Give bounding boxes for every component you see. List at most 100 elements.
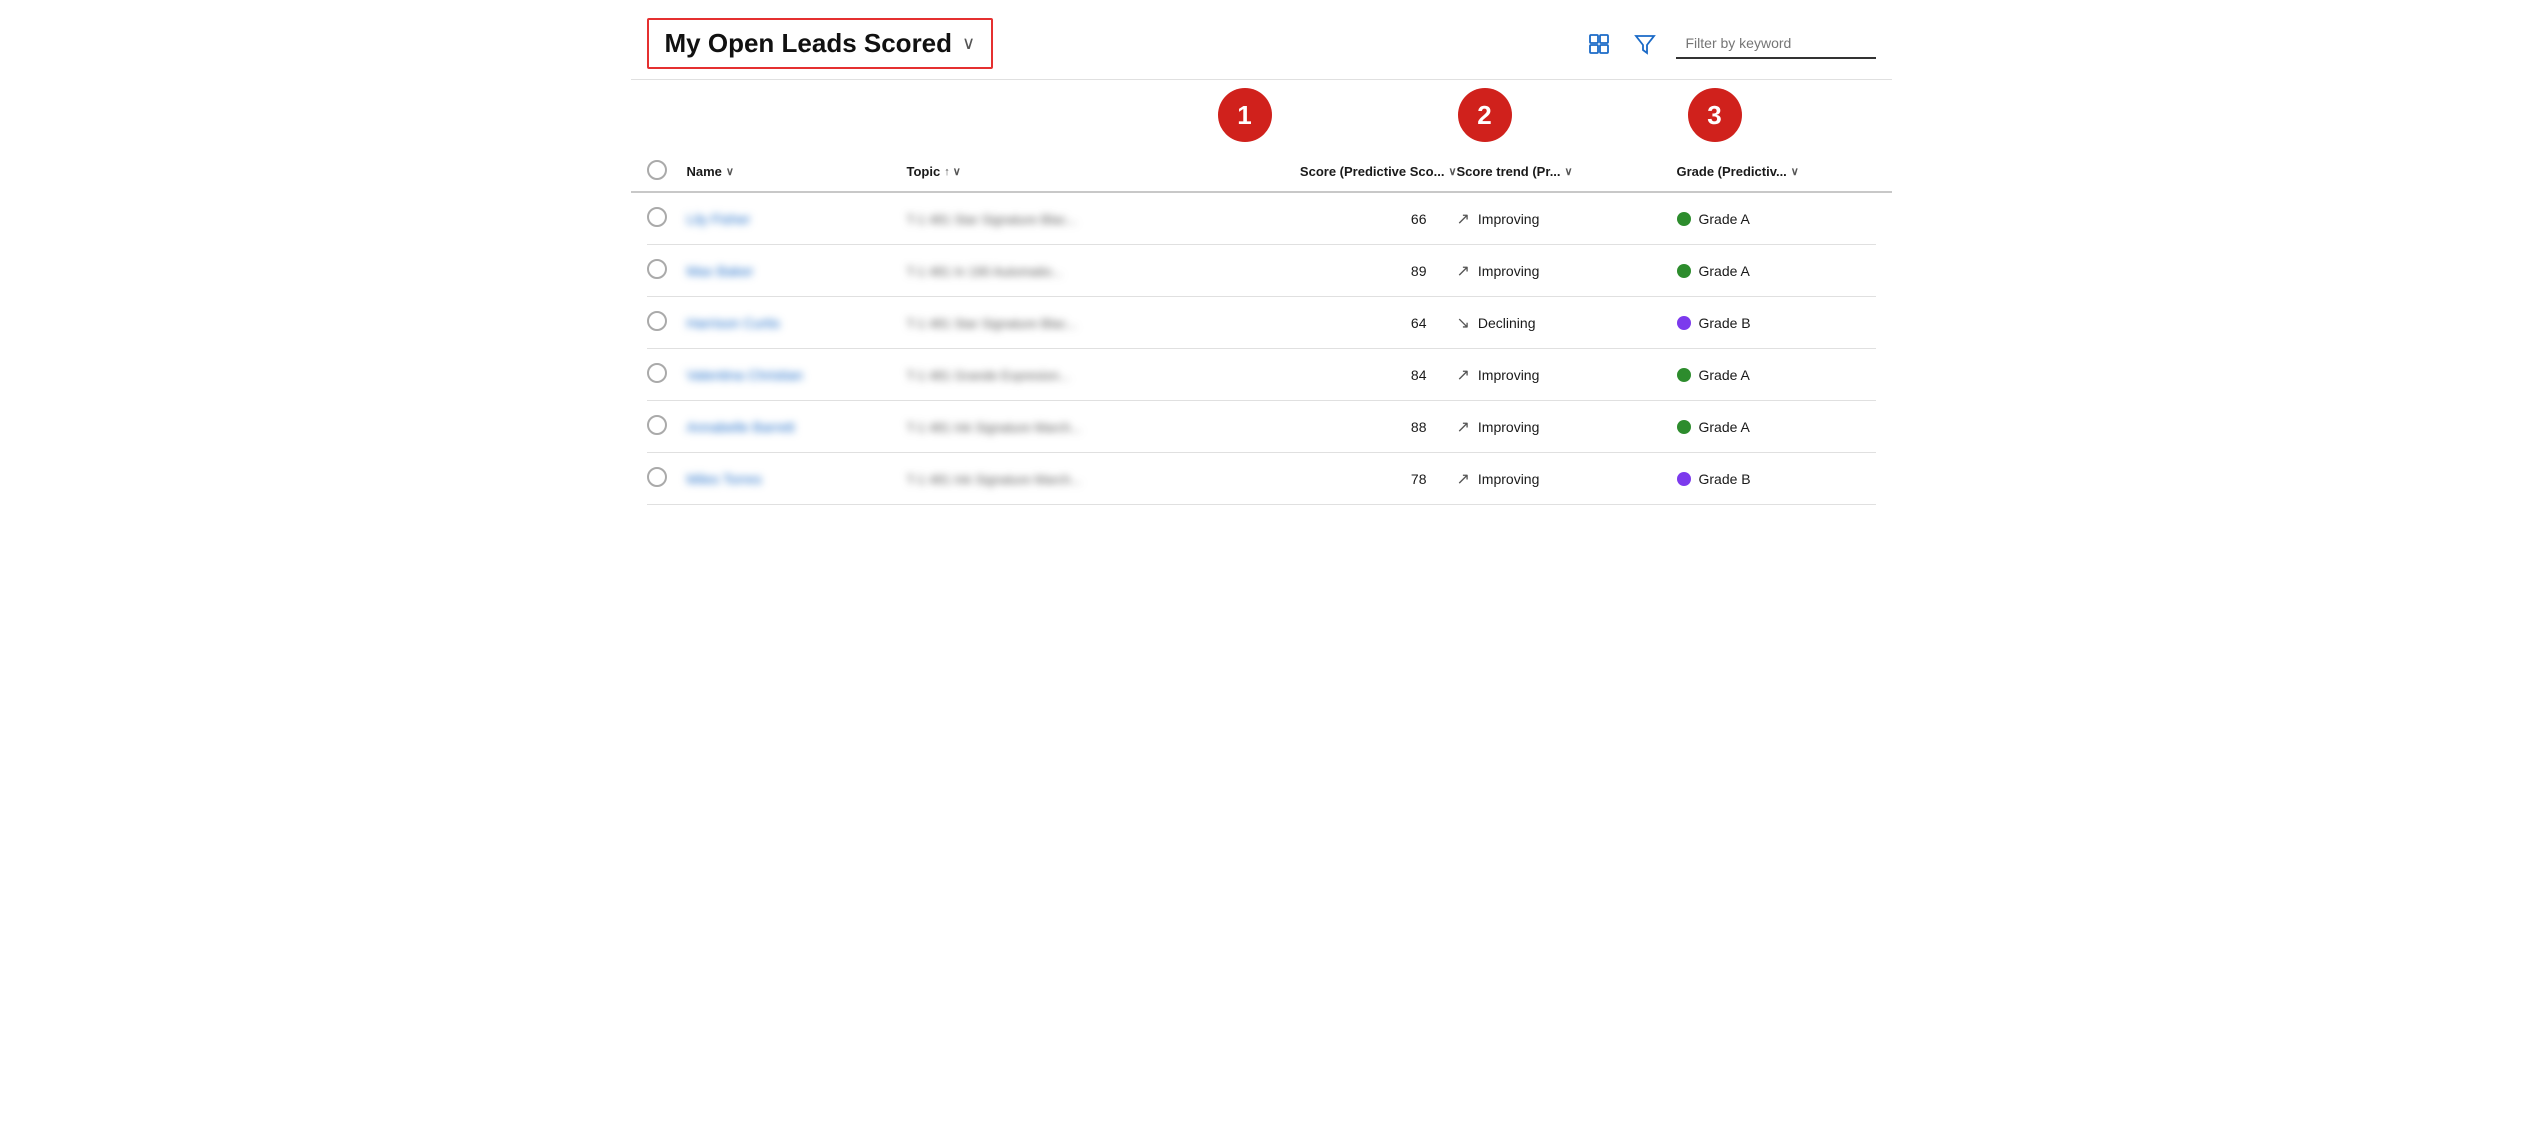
grade-sort-icon: ∨ xyxy=(1791,165,1799,178)
cell-trend: ↗ Improving xyxy=(1457,261,1677,281)
row-checkbox-cell[interactable] xyxy=(647,259,687,282)
header-actions xyxy=(1584,29,1876,59)
grade-label: Grade A xyxy=(1699,211,1750,227)
trend-arrow-icon: ↘ xyxy=(1457,313,1470,333)
cell-name: Valentina Christian xyxy=(687,367,907,383)
grade-label: Grade A xyxy=(1699,263,1750,279)
table-row: Lily Fisher T-1 481 Star Signature Blac.… xyxy=(647,193,1876,245)
select-all-checkbox[interactable] xyxy=(647,160,667,180)
grade-label: Grade B xyxy=(1699,471,1751,487)
cell-topic: T-1 481 Star Signature Blac... xyxy=(907,315,1207,331)
col-header-topic[interactable]: Topic ↑ ∨ xyxy=(907,164,1207,179)
lead-name-link[interactable]: Miles Torres xyxy=(687,471,762,487)
grade-dot-icon xyxy=(1677,420,1691,434)
trend-arrow-icon: ↗ xyxy=(1457,469,1470,489)
row-checkbox[interactable] xyxy=(647,207,667,227)
cell-grade: Grade A xyxy=(1677,367,1877,383)
score-sort-icon: ∨ xyxy=(1448,165,1456,178)
grade-dot-icon xyxy=(1677,368,1691,382)
lead-topic: T-1 481 Ink Signature March... xyxy=(907,420,1082,435)
trend-label: Improving xyxy=(1478,211,1539,227)
header: My Open Leads Scored ∨ xyxy=(631,0,1892,80)
grade-dot-icon xyxy=(1677,212,1691,226)
trend-label: Improving xyxy=(1478,367,1539,383)
annotation-3: 3 xyxy=(1688,88,1742,142)
lead-name-link[interactable]: Annabelle Barrett xyxy=(687,419,795,435)
name-sort-icon: ∨ xyxy=(726,165,734,178)
row-checkbox-cell[interactable] xyxy=(647,311,687,334)
lead-name-link[interactable]: Valentina Christian xyxy=(687,367,803,383)
cell-grade: Grade B xyxy=(1677,471,1877,487)
cell-score: 89 xyxy=(1207,263,1457,279)
page-wrapper: My Open Leads Scored ∨ xyxy=(631,0,1892,505)
grade-dot-icon xyxy=(1677,316,1691,330)
topic-sort-icon: ↑ ∨ xyxy=(944,165,961,178)
lead-score: 64 xyxy=(1411,315,1427,331)
col-select-all[interactable] xyxy=(647,160,687,183)
annotation-2: 2 xyxy=(1458,88,1512,142)
col-header-score[interactable]: Score (Predictive Sco... ∨ xyxy=(1207,164,1457,179)
trend-arrow-icon: ↗ xyxy=(1457,209,1470,229)
trend-sort-icon: ∨ xyxy=(1565,165,1573,178)
annotation-1: 1 xyxy=(1218,88,1272,142)
cell-score: 66 xyxy=(1207,211,1457,227)
cell-grade: Grade A xyxy=(1677,211,1877,227)
title-chevron-icon[interactable]: ∨ xyxy=(962,33,975,54)
cell-topic: T-1 481 Ink Signature March... xyxy=(907,419,1207,435)
cell-topic: T-1 481 Ink Signature March... xyxy=(907,471,1207,487)
column-settings-button[interactable] xyxy=(1584,29,1614,59)
lead-name-link[interactable]: Harrison Curtis xyxy=(687,315,780,331)
row-checkbox[interactable] xyxy=(647,363,667,383)
cell-name: Miles Torres xyxy=(687,471,907,487)
row-checkbox-cell[interactable] xyxy=(647,363,687,386)
trend-label: Improving xyxy=(1478,471,1539,487)
table-body: Lily Fisher T-1 481 Star Signature Blac.… xyxy=(631,193,1892,505)
annotations-container: 1 2 3 xyxy=(631,80,1892,150)
row-checkbox[interactable] xyxy=(647,311,667,331)
cell-topic: T-1 481 In 190 Automatio... xyxy=(907,263,1207,279)
lead-name-link[interactable]: Max Baker xyxy=(687,263,754,279)
cell-name: Max Baker xyxy=(687,263,907,279)
lead-topic: T-1 481 In 190 Automatio... xyxy=(907,264,1063,279)
lead-score: 89 xyxy=(1411,263,1427,279)
row-checkbox[interactable] xyxy=(647,415,667,435)
lead-name-link[interactable]: Lily Fisher xyxy=(687,211,751,227)
lead-score: 66 xyxy=(1411,211,1427,227)
lead-topic: T-1 481 Star Signature Blac... xyxy=(907,316,1078,331)
cell-trend: ↗ Improving xyxy=(1457,209,1677,229)
grade-dot-icon xyxy=(1677,264,1691,278)
cell-topic: T-1 481 Grande Expresion... xyxy=(907,367,1207,383)
trend-arrow-icon: ↗ xyxy=(1457,261,1470,281)
table-row: Max Baker T-1 481 In 190 Automatio... 89… xyxy=(647,245,1876,297)
table-row: Harrison Curtis T-1 481 Star Signature B… xyxy=(647,297,1876,349)
cell-grade: Grade B xyxy=(1677,315,1877,331)
row-checkbox-cell[interactable] xyxy=(647,467,687,490)
cell-name: Lily Fisher xyxy=(687,211,907,227)
row-checkbox[interactable] xyxy=(647,467,667,487)
page-title: My Open Leads Scored xyxy=(665,28,953,59)
grade-dot-icon xyxy=(1677,472,1691,486)
filter-button[interactable] xyxy=(1630,29,1660,59)
col-header-grade[interactable]: Grade (Predictiv... ∨ xyxy=(1677,164,1877,179)
table-row: Annabelle Barrett T-1 481 Ink Signature … xyxy=(647,401,1876,453)
col-header-trend[interactable]: Score trend (Pr... ∨ xyxy=(1457,164,1677,179)
col-header-name[interactable]: Name ∨ xyxy=(687,164,907,179)
grade-label: Grade A xyxy=(1699,419,1750,435)
filter-input[interactable] xyxy=(1676,29,1876,59)
cell-trend: ↗ Improving xyxy=(1457,417,1677,437)
trend-label: Improving xyxy=(1478,419,1539,435)
row-checkbox-cell[interactable] xyxy=(647,415,687,438)
trend-arrow-icon: ↗ xyxy=(1457,417,1470,437)
lead-score: 84 xyxy=(1411,367,1427,383)
grade-label: Grade A xyxy=(1699,367,1750,383)
row-checkbox-cell[interactable] xyxy=(647,207,687,230)
cell-topic: T-1 481 Star Signature Blac... xyxy=(907,211,1207,227)
lead-topic: T-1 481 Ink Signature March... xyxy=(907,472,1082,487)
cell-trend: ↗ Improving xyxy=(1457,469,1677,489)
lead-score: 78 xyxy=(1411,471,1427,487)
column-headers: Name ∨ Topic ↑ ∨ Score (Predictive Sco..… xyxy=(631,150,1892,193)
cell-score: 64 xyxy=(1207,315,1457,331)
cell-grade: Grade A xyxy=(1677,419,1877,435)
cell-name: Harrison Curtis xyxy=(687,315,907,331)
row-checkbox[interactable] xyxy=(647,259,667,279)
